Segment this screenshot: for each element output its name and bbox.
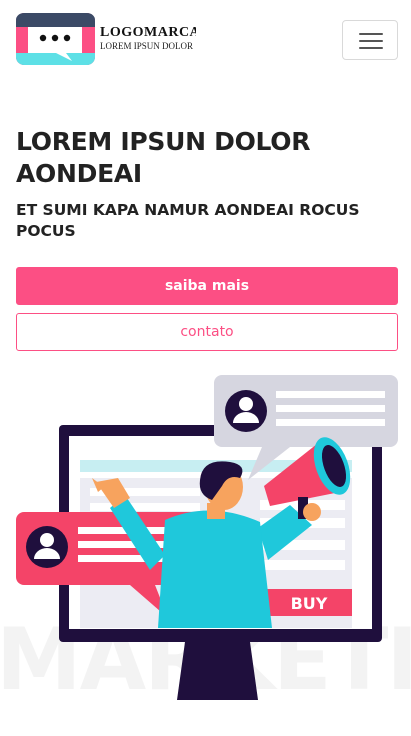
- logo-name: LOGOMARCA: [100, 25, 196, 40]
- saiba-mais-button[interactable]: saiba mais: [16, 267, 398, 305]
- hero-subtitle: ET SUMI KAPA NAMUR AONDEAI ROCUS POCUS: [16, 201, 360, 240]
- contato-button[interactable]: contato: [16, 313, 398, 351]
- buy-label: BUY: [291, 594, 328, 613]
- marketing-illustration: BUY: [0, 360, 411, 736]
- logo-tagline: LOREM IPSUN DOLOR: [100, 41, 194, 51]
- hero-title: LOREM IPSUN DOLOR AONDEAI: [16, 127, 311, 188]
- hamburger-bar: [359, 40, 383, 42]
- hamburger-bar: [359, 47, 383, 49]
- hamburger-menu-icon: [359, 33, 383, 35]
- menu-toggle-button[interactable]: [342, 20, 398, 60]
- site-header: LOGOMARCA LOREM IPSUN DOLOR: [0, 0, 411, 80]
- logo-text[interactable]: LOGOMARCA LOREM IPSUN DOLOR: [100, 25, 196, 52]
- logo-icon[interactable]: [16, 13, 95, 65]
